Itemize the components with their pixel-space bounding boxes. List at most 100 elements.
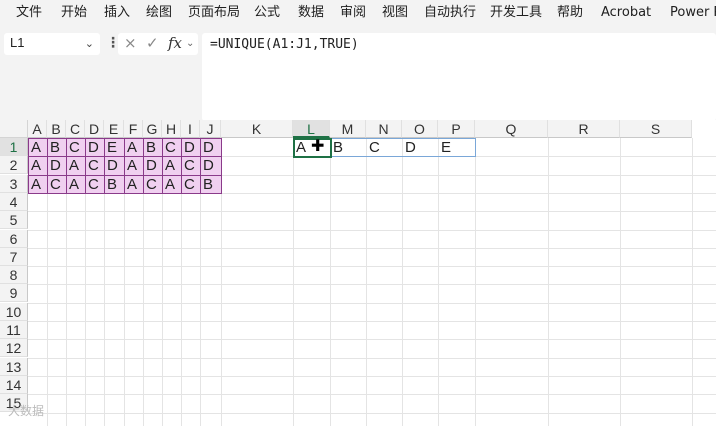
menu-item[interactable]: 开始 [61, 4, 87, 22]
cancel-icon[interactable]: × [124, 34, 137, 52]
column-header-p[interactable]: P [438, 120, 475, 138]
menu-item[interactable]: 开发工具 [490, 4, 542, 22]
source-cell[interactable]: A [28, 138, 48, 158]
gridline [330, 138, 331, 426]
gridline [28, 284, 716, 286]
source-cell[interactable]: C [162, 138, 182, 158]
column-header-g[interactable]: G [143, 120, 162, 138]
column-header-h[interactable]: H [162, 120, 181, 138]
result-cell[interactable]: D [403, 139, 416, 157]
row-header-7[interactable]: 7 [0, 247, 28, 266]
row-header-10[interactable]: 10 [0, 302, 28, 321]
source-cell[interactable]: E [104, 138, 125, 158]
column-header-a[interactable]: A [28, 120, 47, 138]
column-header-n[interactable]: N [366, 120, 402, 138]
source-cell[interactable]: D [200, 138, 222, 158]
source-cell[interactable]: A [66, 174, 86, 194]
source-cell[interactable]: A [28, 174, 48, 194]
source-cell[interactable]: D [85, 138, 105, 158]
menu-item[interactable]: 绘图 [146, 4, 172, 22]
column-header-m[interactable]: M [330, 120, 366, 138]
column-header-e[interactable]: E [104, 120, 124, 138]
source-cell[interactable]: A [124, 174, 144, 194]
source-cell[interactable]: B [200, 174, 222, 194]
row-header-4[interactable]: 4 [0, 192, 28, 211]
row-header-13[interactable]: 13 [0, 357, 28, 376]
gridline [28, 394, 716, 396]
menu-item[interactable]: 帮助 [557, 4, 583, 22]
source-cell[interactable]: A [162, 156, 182, 176]
source-cell[interactable]: A [66, 156, 86, 176]
column-header-q[interactable]: Q [475, 120, 548, 138]
enter-icon[interactable]: ✓ [146, 34, 159, 52]
source-cell[interactable]: A [28, 156, 48, 176]
menu-item[interactable]: 审阅 [340, 4, 366, 22]
column-header-k[interactable]: K [221, 120, 293, 138]
row-header-3[interactable]: 3 [0, 174, 28, 193]
source-cell[interactable]: D [181, 138, 201, 158]
formula-buttons: × ✓ fx ⌄ [118, 33, 198, 55]
column-header-s[interactable]: S [620, 120, 692, 138]
source-cell[interactable]: C [85, 156, 105, 176]
gridline [28, 229, 716, 231]
column-header-f[interactable]: F [124, 120, 143, 138]
source-cell[interactable]: C [143, 174, 163, 194]
column-header-i[interactable]: I [181, 120, 200, 138]
menu-item[interactable]: 公式 [254, 4, 280, 22]
source-cell[interactable]: B [104, 174, 125, 194]
select-all-corner[interactable] [0, 120, 28, 138]
row-header-9[interactable]: 9 [0, 284, 28, 303]
column-header-j[interactable]: J [200, 120, 221, 138]
source-cell[interactable]: A [124, 156, 144, 176]
row-header-8[interactable]: 8 [0, 266, 28, 285]
column-header-o[interactable]: O [402, 120, 438, 138]
source-cell[interactable]: D [47, 156, 67, 176]
worksheet-grid[interactable]: A B C D E F G H I J K L M N O P Q R S 1 2 3 4 5 6 7 8 9 10 11 12 13 14 15… [0, 120, 716, 426]
source-cell[interactable]: D [143, 156, 163, 176]
menu-item[interactable]: 视图 [382, 4, 408, 22]
gridline [28, 247, 716, 249]
column-header-c[interactable]: C [66, 120, 85, 138]
gridline [475, 138, 476, 426]
source-cell[interactable]: C [85, 174, 105, 194]
formula-input[interactable]: =UNIQUE(A1:J1,TRUE) [202, 33, 716, 121]
source-cell[interactable]: C [66, 138, 86, 158]
column-header-r[interactable]: R [548, 120, 620, 138]
gridline [28, 211, 716, 213]
crosshair-cursor-icon: ✚ [311, 136, 325, 155]
watermark: 大数据 [8, 404, 45, 418]
menu-item[interactable]: 页面布局 [188, 4, 240, 22]
chevron-down-icon[interactable]: ⌄ [85, 37, 94, 50]
column-header-d[interactable]: D [85, 120, 104, 138]
source-cell[interactable]: A [124, 138, 144, 158]
result-cell[interactable]: C [367, 139, 380, 157]
insert-function-button[interactable]: fx [168, 34, 182, 52]
menu-item[interactable]: 插入 [104, 4, 130, 22]
menu-item[interactable]: 自动执行 [424, 4, 476, 22]
source-cell[interactable]: A [162, 174, 182, 194]
source-cell[interactable]: D [200, 156, 222, 176]
source-cell[interactable]: C [181, 174, 201, 194]
menu-item[interactable]: Acrobat [601, 4, 651, 22]
menu-item[interactable]: 文件 [16, 4, 42, 22]
source-cell[interactable]: C [181, 156, 201, 176]
row-header-11[interactable]: 11 [0, 321, 28, 339]
column-header-b[interactable]: B [47, 120, 66, 138]
result-cell[interactable]: B [331, 139, 343, 157]
source-cell[interactable]: B [143, 138, 163, 158]
row-header-1[interactable]: 1 [0, 138, 28, 156]
source-cell[interactable]: D [104, 156, 125, 176]
source-cell[interactable]: B [47, 138, 67, 158]
chevron-down-icon[interactable]: ⌄ [186, 38, 194, 49]
row-header-2[interactable]: 2 [0, 156, 28, 175]
row-header-14[interactable]: 14 [0, 375, 28, 394]
name-box[interactable]: L1 ⌄ [4, 33, 100, 55]
menu-item[interactable]: 数据 [298, 4, 324, 22]
row-header-5[interactable]: 5 [0, 211, 28, 230]
row-header-12[interactable]: 12 [0, 339, 28, 358]
result-cell[interactable]: E [439, 139, 451, 157]
row-header-6[interactable]: 6 [0, 229, 28, 248]
menu-item[interactable]: Power P [670, 4, 716, 22]
gridline [28, 302, 716, 304]
source-cell[interactable]: C [47, 174, 67, 194]
